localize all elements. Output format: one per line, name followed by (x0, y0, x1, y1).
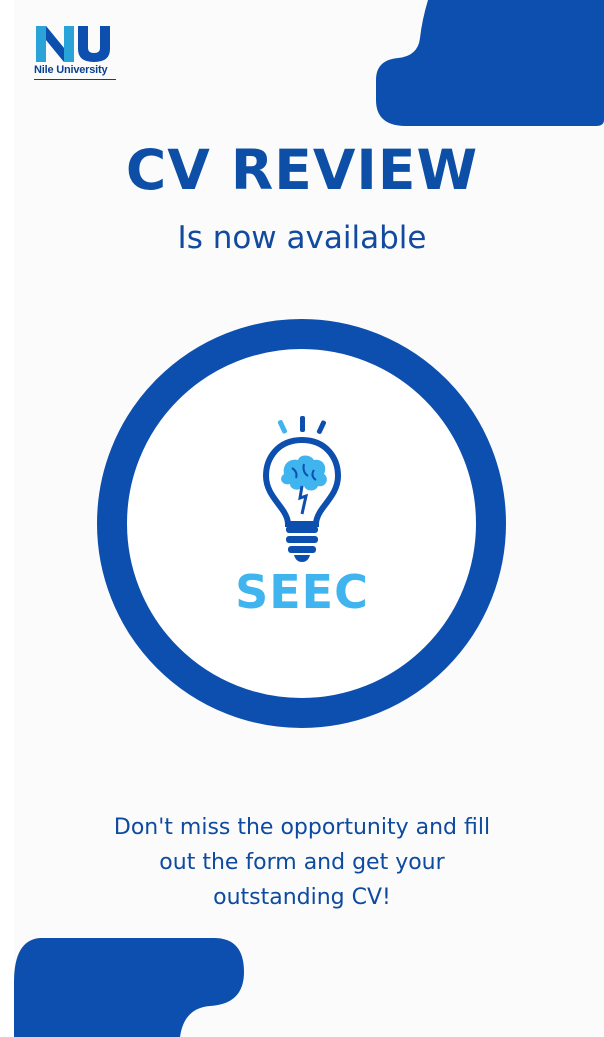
seec-label: SEEC (235, 565, 369, 619)
call-to-action-message: Don't miss the opportunity and fill out … (0, 810, 604, 915)
nu-logo-icon (36, 26, 110, 62)
page-title: CV REVIEW (125, 138, 479, 202)
message-line: outstanding CV! (213, 885, 391, 910)
bottom-left-blob-decoration (14, 938, 244, 1037)
logo-wordmark: Nile University (34, 64, 108, 76)
poster: Nile University CV REVIEW Is now availab… (0, 0, 604, 1037)
message-line: Don't miss the opportunity and fill (113, 815, 491, 840)
top-right-blob-decoration (376, 0, 604, 126)
logo-underline (34, 79, 116, 80)
nile-university-logo: Nile University (34, 22, 120, 82)
lightbulb-brain-icon (262, 416, 342, 562)
message-line: out the form and get your (159, 850, 445, 875)
page-subtitle: Is now available (177, 220, 427, 256)
